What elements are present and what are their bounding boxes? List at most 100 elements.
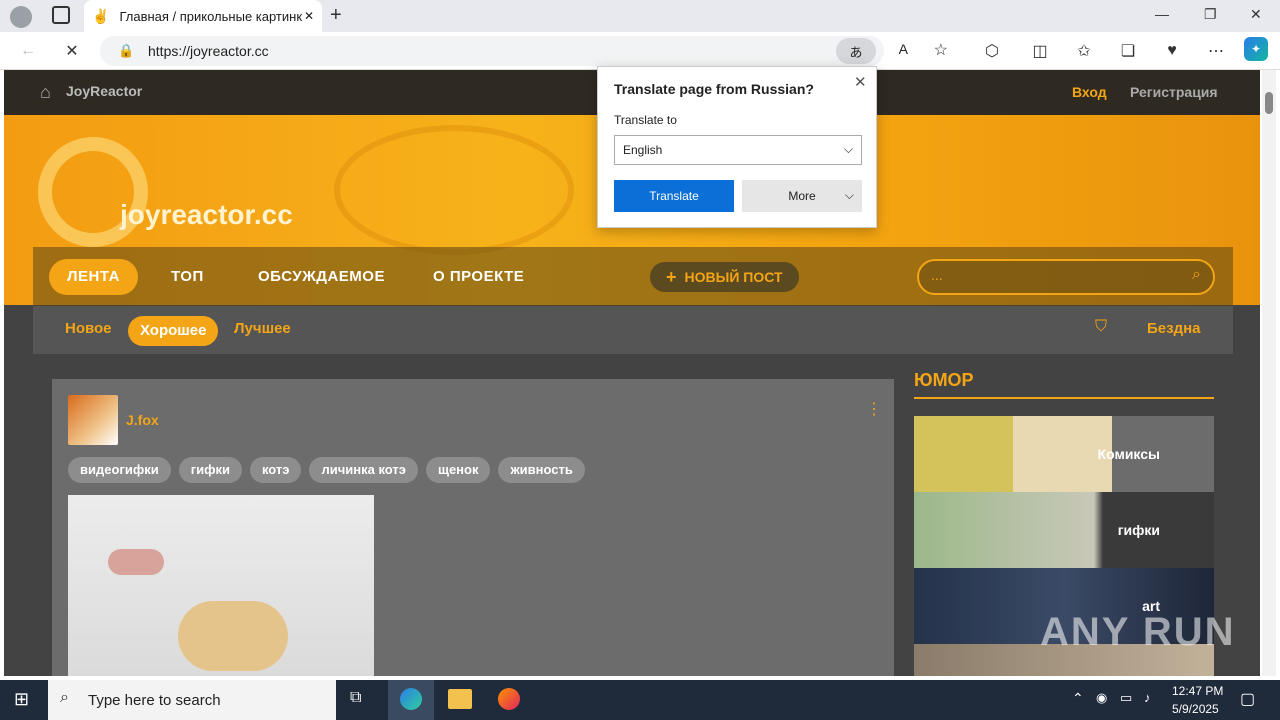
performance-icon[interactable]: ♥ <box>1158 37 1186 65</box>
filter-icon[interactable]: ⛉ <box>1095 318 1107 336</box>
main-nav: ЛЕНТА ТОП ОБСУЖДАЕМОЕ О ПРОЕКТЕ + НОВЫЙ … <box>33 247 1233 306</box>
new-tab-button[interactable]: + <box>330 4 342 27</box>
more-label: More <box>788 189 816 203</box>
plus-icon: + <box>666 266 677 287</box>
address-bar-row: ← ✕ 🔒 https://joyreactor.cc あ A ☆ ⬡ ◫ ✩ … <box>0 32 1280 70</box>
register-link[interactable]: Регистрация <box>1130 84 1218 100</box>
tab-favicon-icon: ✌ <box>92 7 110 24</box>
translate-icon[interactable]: あ <box>836 38 876 64</box>
maximize-button[interactable]: ❐ <box>1204 6 1217 23</box>
tab-title: Главная / прикольные картинк <box>119 8 303 24</box>
minimize-button[interactable]: — <box>1155 6 1169 22</box>
extensions-icon[interactable]: ⬡ <box>978 37 1006 65</box>
nav-top[interactable]: ТОП <box>171 268 204 285</box>
read-aloud-icon[interactable]: A <box>899 41 908 57</box>
search-icon[interactable]: ⌕ <box>1192 266 1201 284</box>
subnav-new[interactable]: Новое <box>65 320 112 337</box>
scrollbar-thumb[interactable] <box>1265 92 1273 114</box>
profile-avatar[interactable] <box>10 6 32 28</box>
file-explorer-icon[interactable] <box>448 689 472 709</box>
login-link[interactable]: Вход <box>1072 84 1107 100</box>
network-icon[interactable]: ▭ <box>1120 690 1132 706</box>
tag-list: видеогифки гифки котэ личинка котэ щенок живн… <box>68 457 593 483</box>
search-box[interactable]: ... ⌕ <box>917 259 1215 295</box>
tag[interactable]: щенок <box>425 457 491 483</box>
taskbar: ⊞ ⌕ Type here to search ⧉ ⌃ ◉ ▭ ♪ 12:47 … <box>0 680 1280 720</box>
clock-date[interactable]: 5/9/2025 <box>1172 702 1219 716</box>
translate-title: Translate page from Russian? <box>614 81 814 97</box>
post-author[interactable]: J.fox <box>126 412 159 428</box>
post-gif[interactable] <box>68 495 374 676</box>
close-window-button[interactable]: ✕ <box>1250 6 1262 23</box>
chevron-down-icon: ⌵ <box>844 188 854 202</box>
copilot-icon[interactable]: ✦ <box>1244 37 1268 61</box>
taskbar-search-placeholder: Type here to search <box>88 691 221 709</box>
firefox-icon[interactable] <box>498 688 520 710</box>
puppy-shape <box>178 601 288 671</box>
anyrun-watermark: ANY RUN <box>1040 610 1236 654</box>
translate-popup: Translate page from Russian? ✕ Translate… <box>597 66 877 228</box>
post-menu-icon[interactable]: ⋮ <box>866 399 882 419</box>
language-select[interactable]: English ⌵ <box>614 135 862 165</box>
language-value: English <box>623 143 663 157</box>
home-icon[interactable]: ⌂ <box>40 82 51 103</box>
tab-close-icon[interactable]: ✕ <box>304 9 314 23</box>
tag[interactable]: живность <box>498 457 585 483</box>
notifications-icon[interactable]: ▢ <box>1240 689 1255 709</box>
favorites-icon[interactable]: ✩ <box>1070 37 1098 65</box>
sidebar-tile-gifs[interactable]: гифки <box>914 492 1214 568</box>
volume-icon[interactable]: ♪ <box>1144 690 1151 705</box>
subnav-best[interactable]: Лучшее <box>234 320 291 337</box>
sidebar-tile-comics[interactable]: Комиксы <box>914 416 1214 492</box>
search-icon: ⌕ <box>60 689 69 706</box>
favorite-star-icon[interactable]: ☆ <box>934 40 948 60</box>
lock-icon[interactable]: 🔒 <box>118 43 134 59</box>
tag[interactable]: котэ <box>249 457 302 483</box>
brand-link[interactable]: JoyReactor <box>66 83 142 99</box>
search-input[interactable]: ... <box>931 267 943 283</box>
taskbar-search[interactable]: ⌕ Type here to search <box>48 680 336 720</box>
subnav-good[interactable]: Хорошее <box>128 316 219 346</box>
post-card: J.fox ⋮ видеогифки гифки котэ личинка котэ щ… <box>52 379 894 676</box>
windows-start-icon[interactable]: ⊞ <box>14 689 29 710</box>
stop-loading-icon[interactable]: ✕ <box>58 37 86 65</box>
sub-nav: Новое Хорошее Лучшее ⛉ Бездна <box>33 306 1233 354</box>
url-field[interactable]: 🔒 https://joyreactor.cc あ A ☆ <box>100 36 948 66</box>
nav-discussed[interactable]: ОБСУЖДАЕМОЕ <box>258 268 385 285</box>
chevron-down-icon: ⌵ <box>843 142 853 156</box>
translate-to-label: Translate to <box>614 113 677 127</box>
meet-now-icon[interactable]: ◉ <box>1096 690 1107 706</box>
active-tab[interactable]: ✌ Главная / прикольные картинк ✕ <box>84 0 322 32</box>
chevron-up-icon[interactable]: ⌃ <box>1072 690 1084 707</box>
new-post-button[interactable]: + НОВЫЙ ПОСТ <box>650 262 799 292</box>
more-menu-icon[interactable]: ⋯ <box>1202 37 1230 65</box>
page-scrollbar[interactable] <box>1262 70 1276 676</box>
new-post-label: НОВЫЙ ПОСТ <box>684 269 783 285</box>
tile-label: Комиксы <box>1097 446 1160 462</box>
close-icon[interactable]: ✕ <box>854 73 867 91</box>
translate-button[interactable]: Translate <box>614 180 734 212</box>
edge-icon <box>400 688 422 710</box>
tag[interactable]: личинка котэ <box>309 457 418 483</box>
nav-about[interactable]: О ПРОЕКТЕ <box>433 268 524 285</box>
tile-label: гифки <box>1117 522 1160 538</box>
split-screen-icon[interactable]: ◫ <box>1026 37 1054 65</box>
sidebar-title: ЮМОР <box>914 370 1214 399</box>
troll-face-decoration <box>334 125 574 255</box>
avatar[interactable] <box>68 395 118 445</box>
back-arrow-icon[interactable]: ← <box>14 37 42 65</box>
slipper-shape <box>108 549 164 575</box>
more-button[interactable]: More ⌵ <box>742 180 862 212</box>
logo-text[interactable]: joyreactor.cc <box>120 199 293 231</box>
clock-time[interactable]: 12:47 PM <box>1172 684 1223 698</box>
collections-icon[interactable]: ❏ <box>1114 37 1142 65</box>
abyss-link[interactable]: Бездна <box>1147 320 1201 337</box>
edge-taskbar-button[interactable] <box>388 680 434 720</box>
tab-actions-icon[interactable] <box>52 6 70 24</box>
task-view-icon[interactable]: ⧉ <box>350 689 361 707</box>
tag[interactable]: гифки <box>178 457 242 483</box>
url-text: https://joyreactor.cc <box>148 43 269 59</box>
tab-bar: ✌ Главная / прикольные картинк ✕ + — ❐ ✕ <box>0 0 1280 32</box>
tag[interactable]: видеогифки <box>68 457 171 483</box>
nav-feed[interactable]: ЛЕНТА <box>49 259 138 295</box>
